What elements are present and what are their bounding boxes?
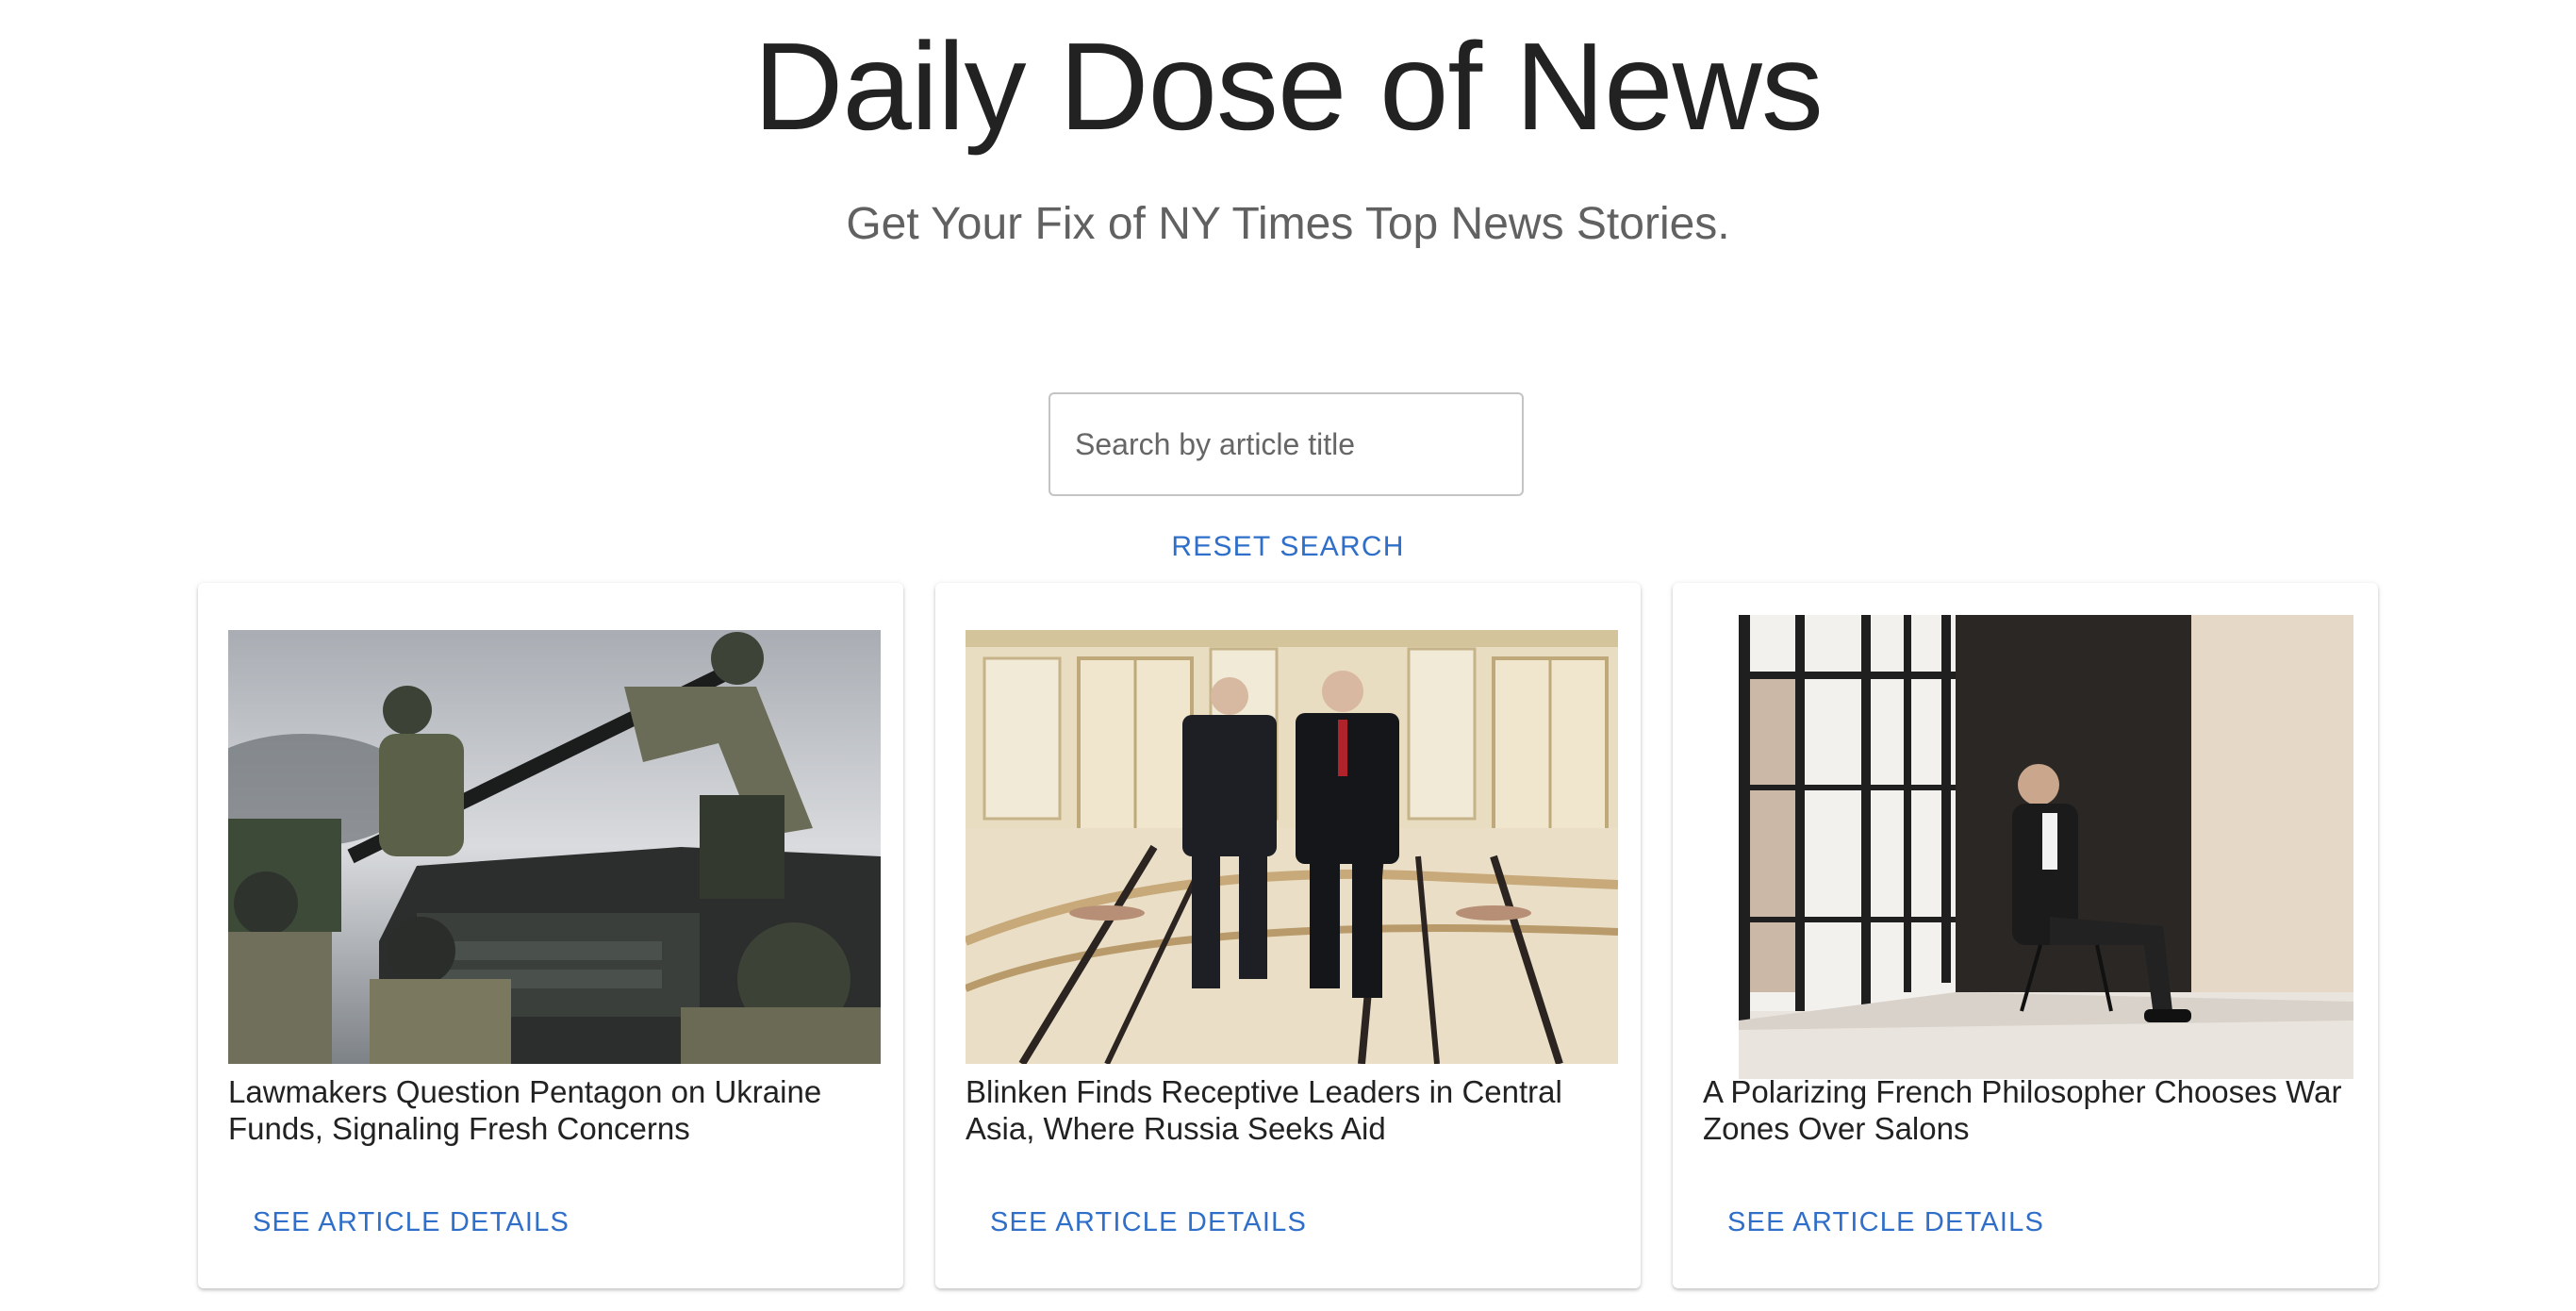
article-card: Lawmakers Question Pentagon on Ukraine F… xyxy=(198,583,903,1288)
article-card: A Polarizing French Philosopher Chooses … xyxy=(1673,583,2378,1288)
page-subtitle: Get Your Fix of NY Times Top News Storie… xyxy=(846,199,1730,249)
see-article-details-button[interactable]: SEE ARTICLE DETAILS xyxy=(990,1200,1307,1245)
see-article-details-button[interactable]: SEE ARTICLE DETAILS xyxy=(253,1200,570,1245)
article-title[interactable]: A Polarizing French Philosopher Chooses … xyxy=(1703,1073,2363,1147)
article-image-officials xyxy=(966,630,1618,1064)
article-card: Blinken Finds Receptive Leaders in Centr… xyxy=(935,583,1641,1288)
search-input[interactable] xyxy=(1050,394,1522,494)
article-image-soldiers xyxy=(228,630,881,1064)
article-title[interactable]: Blinken Finds Receptive Leaders in Centr… xyxy=(966,1073,1626,1147)
article-image-philosopher xyxy=(1739,615,2353,1079)
see-article-details-button[interactable]: SEE ARTICLE DETAILS xyxy=(1727,1200,2044,1245)
article-title[interactable]: Lawmakers Question Pentagon on Ukraine F… xyxy=(228,1073,888,1147)
search-box xyxy=(1049,392,1524,496)
page-title: Daily Dose of News xyxy=(753,17,1824,156)
reset-search-button[interactable]: RESET SEARCH xyxy=(1143,524,1433,570)
